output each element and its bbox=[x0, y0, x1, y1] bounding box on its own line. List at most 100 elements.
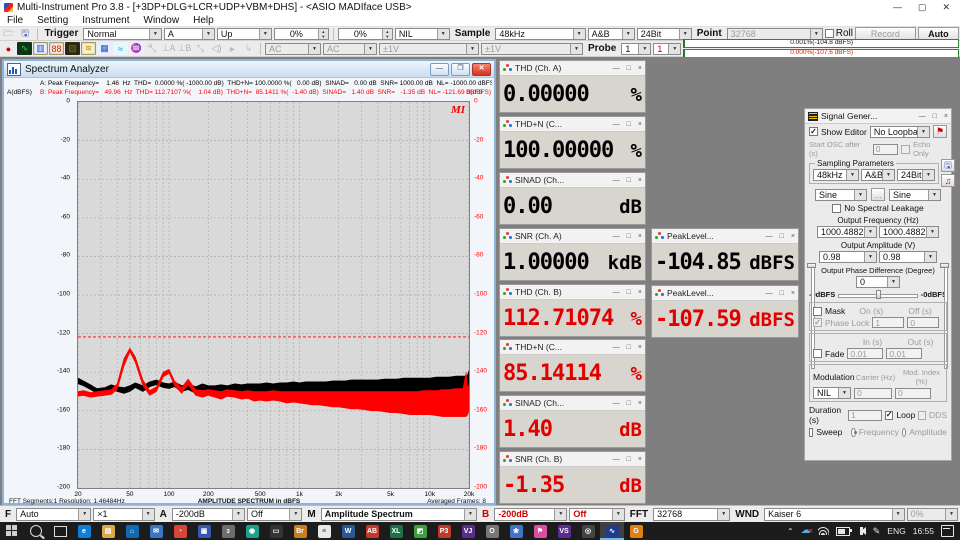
bit-depth-select[interactable]: 24Bit▼ bbox=[637, 28, 692, 40]
spectrum-analyzer-icon[interactable]: ▥ bbox=[33, 42, 48, 55]
minimize-button[interactable]: — bbox=[613, 121, 620, 128]
wifi-icon[interactable] bbox=[818, 527, 829, 535]
mail-icon[interactable]: ✉ bbox=[144, 522, 168, 540]
maximize-button[interactable]: □ bbox=[627, 289, 631, 296]
amplitude-a-select[interactable]: 0.98▼ bbox=[819, 251, 877, 263]
close-button[interactable]: ✕ bbox=[942, 2, 950, 13]
pen-icon[interactable]: ✎ bbox=[873, 526, 881, 537]
trigger-delay-spinner[interactable]: 0%▲▼ bbox=[338, 28, 393, 40]
close-button[interactable]: × bbox=[638, 344, 642, 351]
device-test-plan-icon[interactable]: ▦ bbox=[97, 42, 112, 55]
visual-studio-icon[interactable]: VS bbox=[552, 522, 576, 540]
close-button[interactable]: × bbox=[791, 233, 795, 240]
gen-bits-select[interactable]: 24Bit▼ bbox=[897, 169, 935, 181]
modulation-select[interactable]: NIL▼ bbox=[813, 387, 851, 399]
maximize-button[interactable]: □ bbox=[627, 65, 631, 72]
meter-titlebar[interactable]: SNR (Ch. A)—□× bbox=[500, 229, 645, 244]
minimize-button[interactable]: — bbox=[766, 233, 773, 240]
close-button[interactable]: × bbox=[791, 290, 795, 297]
task-view-icon[interactable] bbox=[48, 522, 72, 540]
minimize-button[interactable]: — bbox=[613, 456, 620, 463]
save-waveform-icon[interactable]: 🖫 bbox=[941, 159, 955, 172]
menu-help[interactable]: Help bbox=[186, 15, 221, 26]
battery-icon[interactable] bbox=[836, 527, 850, 536]
screen-capture-icon[interactable]: ▭ bbox=[264, 522, 288, 540]
chrome-icon[interactable]: ◔ bbox=[168, 522, 192, 540]
close-button[interactable]: × bbox=[638, 65, 642, 72]
meter-titlebar[interactable]: THD+N (C...—□× bbox=[500, 340, 645, 355]
maximize-button[interactable]: □ bbox=[627, 400, 631, 407]
loop-checkbox[interactable] bbox=[885, 411, 894, 420]
phase-select[interactable]: 0▼ bbox=[856, 276, 900, 288]
settings-app-icon[interactable]: O bbox=[480, 522, 504, 540]
close-button[interactable]: × bbox=[638, 456, 642, 463]
spectrogram-icon[interactable]: ▨ bbox=[65, 42, 80, 55]
meter-titlebar[interactable]: SINAD (Ch...—□× bbox=[500, 396, 645, 411]
waveform-library-icon[interactable]: ♫ bbox=[941, 174, 955, 187]
run-generator-button[interactable]: ⚑ bbox=[933, 125, 947, 138]
multimeter-icon[interactable]: 88 bbox=[49, 42, 64, 55]
show-editor-checkbox[interactable] bbox=[809, 127, 818, 136]
fade-checkbox[interactable] bbox=[813, 349, 822, 358]
maximize-button[interactable]: □ bbox=[933, 113, 937, 120]
flag-icon[interactable]: ⚑ bbox=[528, 522, 552, 540]
oscilloscope-icon[interactable]: ∿ bbox=[17, 42, 32, 55]
probe-b-select[interactable]: 1▼ bbox=[653, 43, 681, 55]
notepad-icon[interactable]: ≡ bbox=[312, 522, 336, 540]
minimize-button[interactable]: — bbox=[893, 2, 902, 13]
signal-generator-icon[interactable]: ≋ bbox=[81, 42, 96, 55]
maximize-button[interactable]: □ bbox=[627, 344, 631, 351]
multi-instrument-icon[interactable]: ∿ bbox=[600, 522, 624, 540]
close-button[interactable]: ✕ bbox=[472, 63, 491, 76]
meter-titlebar[interactable]: SINAD (Ch...—□× bbox=[500, 173, 645, 188]
minimize-button[interactable]: — bbox=[613, 65, 620, 72]
minimize-button[interactable]: — bbox=[919, 113, 926, 120]
search-icon[interactable] bbox=[24, 522, 48, 540]
minimize-button[interactable]: — bbox=[613, 344, 620, 351]
maximize-button[interactable]: □ bbox=[780, 233, 784, 240]
close-button[interactable]: × bbox=[638, 177, 642, 184]
mask-checkbox[interactable] bbox=[813, 307, 822, 316]
loopback-select[interactable]: No Loopback▼ bbox=[870, 126, 930, 138]
minimize-button[interactable]: — bbox=[613, 233, 620, 240]
probe-a-select[interactable]: 1▼ bbox=[621, 43, 651, 55]
menu-setting[interactable]: Setting bbox=[30, 15, 75, 26]
trigger-edge-select[interactable]: Up▼ bbox=[217, 28, 272, 40]
spectrum-titlebar[interactable]: Spectrum Analyzer — ❐ ✕ bbox=[4, 61, 494, 78]
photos-icon[interactable]: ◩ bbox=[408, 522, 432, 540]
b-range-select[interactable]: -200dB▼ bbox=[494, 508, 567, 521]
a-ref-select[interactable]: Off▼ bbox=[247, 508, 302, 521]
excel-icon[interactable]: XL bbox=[384, 522, 408, 540]
meter-titlebar[interactable]: THD (Ch. A)—□× bbox=[500, 61, 645, 76]
restore-button[interactable]: ❐ bbox=[451, 63, 470, 76]
close-button[interactable]: × bbox=[638, 233, 642, 240]
frequency-b-select[interactable]: 1000.488281▼ bbox=[879, 226, 939, 238]
vbm-icon[interactable]: ▣ bbox=[192, 522, 216, 540]
minimize-button[interactable]: — bbox=[613, 289, 620, 296]
paint-icon[interactable]: ❀ bbox=[504, 522, 528, 540]
word-icon[interactable]: W bbox=[336, 522, 360, 540]
close-button[interactable]: × bbox=[638, 289, 642, 296]
speaker-icon[interactable] bbox=[857, 527, 866, 535]
gen-sample-rate-select[interactable]: 48kHz▼ bbox=[813, 169, 859, 181]
sweep-checkbox[interactable] bbox=[809, 428, 813, 437]
trigger-level-spinner[interactable]: 0%▲▼ bbox=[274, 28, 329, 40]
maximize-button[interactable]: □ bbox=[627, 177, 631, 184]
meter-titlebar[interactable]: THD (Ch. B)—□× bbox=[500, 285, 645, 300]
store-icon[interactable]: ⌂ bbox=[120, 522, 144, 540]
a-range-select[interactable]: -200dB▼ bbox=[172, 508, 245, 521]
balance-slider[interactable] bbox=[838, 290, 918, 299]
maximize-button[interactable]: □ bbox=[780, 290, 784, 297]
notification-center-icon[interactable] bbox=[941, 525, 954, 537]
start-button[interactable] bbox=[0, 522, 24, 540]
b-ref-select[interactable]: Off▼ bbox=[569, 508, 624, 521]
minimize-button[interactable]: — bbox=[766, 290, 773, 297]
close-button[interactable]: × bbox=[944, 113, 948, 120]
fft-size-select[interactable]: 32768▼ bbox=[653, 508, 730, 521]
minimize-button[interactable]: — bbox=[613, 177, 620, 184]
media-player-icon[interactable]: ◉ bbox=[240, 522, 264, 540]
meter-titlebar[interactable]: PeakLevel...—□× bbox=[652, 286, 798, 301]
waveform-b-select[interactable]: Sine▼ bbox=[889, 189, 941, 201]
channels-select[interactable]: A&B▼ bbox=[588, 28, 635, 40]
meter-titlebar[interactable]: PeakLevel...—□× bbox=[652, 229, 798, 244]
